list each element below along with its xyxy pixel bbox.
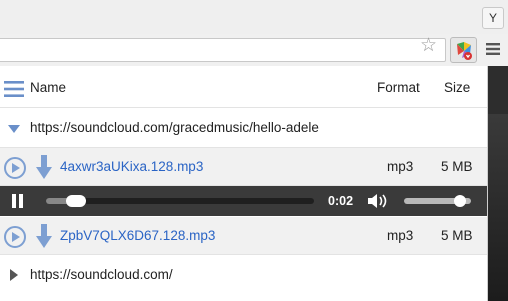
chrome-menu-icon[interactable] [486,43,500,55]
expand-triangle-icon[interactable] [10,269,18,281]
group-row-expanded[interactable]: https://soundcloud.com/gracedmusic/hello… [0,108,487,148]
file-format: mp3 [387,159,414,174]
seek-slider[interactable] [46,195,314,207]
play-icon[interactable] [4,157,26,179]
audio-player: 0:02 [0,186,487,216]
page-image-strip [488,114,508,301]
download-arrow-icon[interactable] [36,155,52,179]
bookmark-star-icon[interactable]: ☆ [420,36,437,55]
list-header: Name Format Size [0,66,487,108]
volume-handle[interactable] [453,195,466,207]
pause-icon[interactable] [12,194,16,208]
group-url: https://soundcloud.com/ [30,267,173,282]
file-format: mp3 [387,228,414,243]
column-header-format[interactable]: Format [377,80,420,95]
playback-time: 0:02 [328,194,354,208]
extension-button[interactable] [450,37,477,63]
column-header-size[interactable]: Size [444,80,470,95]
hamburger-menu-icon[interactable] [4,81,24,97]
profile-button[interactable]: Y [482,7,504,29]
group-url: https://soundcloud.com/gracedmusic/hello… [30,120,319,135]
file-size: 5 MB [441,228,473,243]
volume-icon[interactable] [368,193,392,209]
collapse-triangle-icon[interactable] [8,125,20,133]
file-row[interactable]: ZpbV7QLX6D67.128.mp3 mp3 5 MB [0,217,487,255]
column-header-name[interactable]: Name [30,80,66,95]
download-arrow-icon[interactable] [36,224,52,248]
extension-icon [457,42,472,60]
seek-handle[interactable] [65,195,86,207]
media-downloader-popup: Name Format Size https://soundcloud.com/… [0,66,488,301]
page-background [488,66,508,301]
file-row[interactable]: 4axwr3aUKixa.128.mp3 mp3 5 MB [0,148,487,186]
browser-toolbar: ☆ [0,34,508,66]
volume-slider[interactable] [404,195,471,207]
group-row-collapsed[interactable]: https://soundcloud.com/ [0,255,487,301]
file-name-link[interactable]: ZpbV7QLX6D67.128.mp3 [60,228,215,243]
play-icon[interactable] [4,226,26,248]
browser-title-bar: Y [0,0,508,35]
file-size: 5 MB [441,159,473,174]
address-bar[interactable] [0,38,446,62]
file-name-link[interactable]: 4axwr3aUKixa.128.mp3 [60,159,203,174]
